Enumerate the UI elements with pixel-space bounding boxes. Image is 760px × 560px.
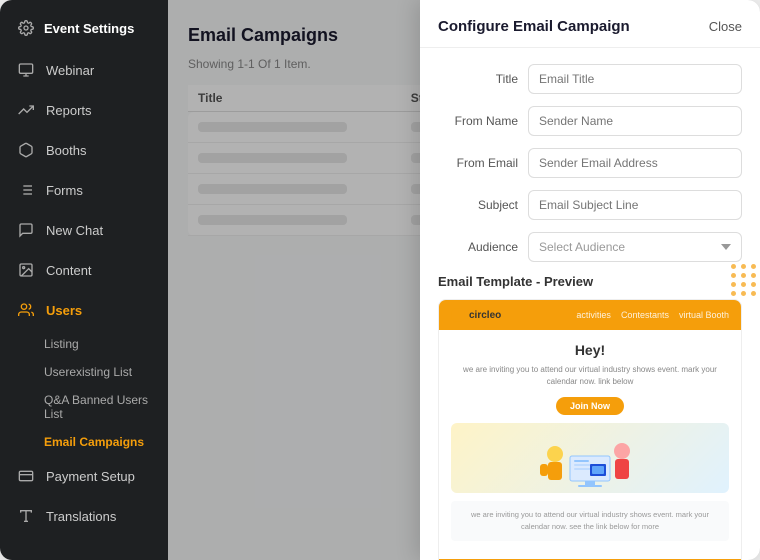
- trending-icon: [16, 100, 36, 120]
- form-row-title: Title: [438, 64, 742, 94]
- dot: [751, 291, 756, 296]
- sidebar-sub-listing[interactable]: Listing: [0, 330, 168, 358]
- dot: [751, 264, 756, 269]
- preview-text-block: we are inviting you to attend our virtua…: [451, 501, 729, 541]
- type-icon: [16, 506, 36, 526]
- sidebar-item-forms[interactable]: Forms: [0, 170, 168, 210]
- dot: [751, 273, 756, 278]
- nav-item-activities: activities: [576, 310, 611, 320]
- form-row-subject: Subject: [438, 190, 742, 220]
- preview-illustration: [451, 423, 729, 493]
- dot: [731, 291, 736, 296]
- sidebar-header-label: Event Settings: [44, 21, 134, 36]
- nav-item-contestants: Contestants: [621, 310, 669, 320]
- monitor-icon: [16, 60, 36, 80]
- sidebar-item-new-chat[interactable]: New Chat: [0, 210, 168, 250]
- dot: [731, 264, 736, 269]
- preview-hey-text: Hey!: [451, 342, 729, 358]
- modal-body: Title From Name From Email Subject: [420, 48, 760, 560]
- label-from-email: From Email: [438, 156, 518, 170]
- dot: [741, 273, 746, 278]
- form-row-audience: Audience Select Audience: [438, 232, 742, 262]
- users-icon: [16, 300, 36, 320]
- dot: [751, 282, 756, 287]
- list-icon: [16, 180, 36, 200]
- preview-illustration-svg: [530, 426, 650, 491]
- modal-overlay: Configure Email Campaign Close Title Fro…: [168, 0, 760, 560]
- email-preview: circleo activities Contestants virtual B…: [438, 299, 742, 560]
- sidebar-item-label: New Chat: [46, 223, 103, 238]
- sub-item-label: Q&A Banned Users List: [44, 393, 148, 421]
- sidebar: Event Settings Webinar Reports Booths: [0, 0, 168, 560]
- select-audience[interactable]: Select Audience: [528, 232, 742, 262]
- preview-sub-text: we are inviting you to attend our virtua…: [451, 364, 729, 388]
- form-row-from-name: From Name: [438, 106, 742, 136]
- dot: [741, 282, 746, 287]
- sidebar-item-booths[interactable]: Booths: [0, 130, 168, 170]
- input-from-email[interactable]: [528, 148, 742, 178]
- sidebar-item-users[interactable]: Users: [0, 290, 168, 330]
- chat-icon: [16, 220, 36, 240]
- preview-nav: activities Contestants virtual Booth: [576, 310, 729, 320]
- sub-item-label: Userexisting List: [44, 365, 132, 379]
- label-title: Title: [438, 72, 518, 86]
- sidebar-item-label: Reports: [46, 103, 92, 118]
- dot: [741, 264, 746, 269]
- sidebar-sub-user-existing[interactable]: Userexisting List: [0, 358, 168, 386]
- sidebar-sub-email-campaigns[interactable]: Email Campaigns: [0, 428, 168, 456]
- preview-header: circleo activities Contestants virtual B…: [439, 300, 741, 330]
- dots-decoration: [728, 254, 760, 306]
- form-row-from-email: From Email: [438, 148, 742, 178]
- sidebar-item-label: Payment Setup: [46, 469, 135, 484]
- label-audience: Audience: [438, 240, 518, 254]
- configure-modal: Configure Email Campaign Close Title Fro…: [420, 0, 760, 560]
- image-icon: [16, 260, 36, 280]
- sidebar-item-content[interactable]: Content: [0, 250, 168, 290]
- input-from-name[interactable]: [528, 106, 742, 136]
- nav-item-booth: virtual Booth: [679, 310, 729, 320]
- preview-body: Hey! we are inviting you to attend our v…: [439, 330, 741, 559]
- logo-text: circleo: [469, 310, 501, 321]
- template-section-label: Email Template - Preview: [438, 274, 742, 289]
- dot: [731, 282, 736, 287]
- close-button[interactable]: Close: [709, 19, 742, 34]
- logo-circle: [451, 308, 465, 322]
- modal-title: Configure Email Campaign: [438, 18, 630, 35]
- sidebar-item-translations[interactable]: Translations: [0, 496, 168, 536]
- sidebar-item-label: Booths: [46, 143, 86, 158]
- preview-cta-button: Join Now: [556, 397, 624, 415]
- sub-item-label: Email Campaigns: [44, 435, 144, 449]
- sidebar-sub-qa-banned[interactable]: Q&A Banned Users List: [0, 386, 168, 428]
- sidebar-header: Event Settings: [0, 0, 168, 50]
- dot: [731, 273, 736, 278]
- box-icon: [16, 140, 36, 160]
- sidebar-item-label: Users: [46, 303, 82, 318]
- gear-icon: [16, 18, 36, 38]
- app-container: Event Settings Webinar Reports Booths: [0, 0, 760, 560]
- sidebar-item-payment-setup[interactable]: Payment Setup: [0, 456, 168, 496]
- preview-text-content: we are inviting you to attend our virtua…: [459, 509, 721, 533]
- sidebar-item-label: Webinar: [46, 63, 94, 78]
- modal-header: Configure Email Campaign Close: [420, 0, 760, 48]
- dot: [741, 291, 746, 296]
- sidebar-item-webinar[interactable]: Webinar: [0, 50, 168, 90]
- sidebar-item-reports[interactable]: Reports: [0, 90, 168, 130]
- preview-logo: circleo: [451, 308, 501, 322]
- sidebar-item-label: Content: [46, 263, 92, 278]
- input-subject[interactable]: [528, 190, 742, 220]
- label-from-name: From Name: [438, 114, 518, 128]
- dollar-icon: [16, 466, 36, 486]
- input-title[interactable]: [528, 64, 742, 94]
- sidebar-item-label: Translations: [46, 509, 116, 524]
- sidebar-item-label: Forms: [46, 183, 83, 198]
- label-subject: Subject: [438, 198, 518, 212]
- sub-item-label: Listing: [44, 337, 79, 351]
